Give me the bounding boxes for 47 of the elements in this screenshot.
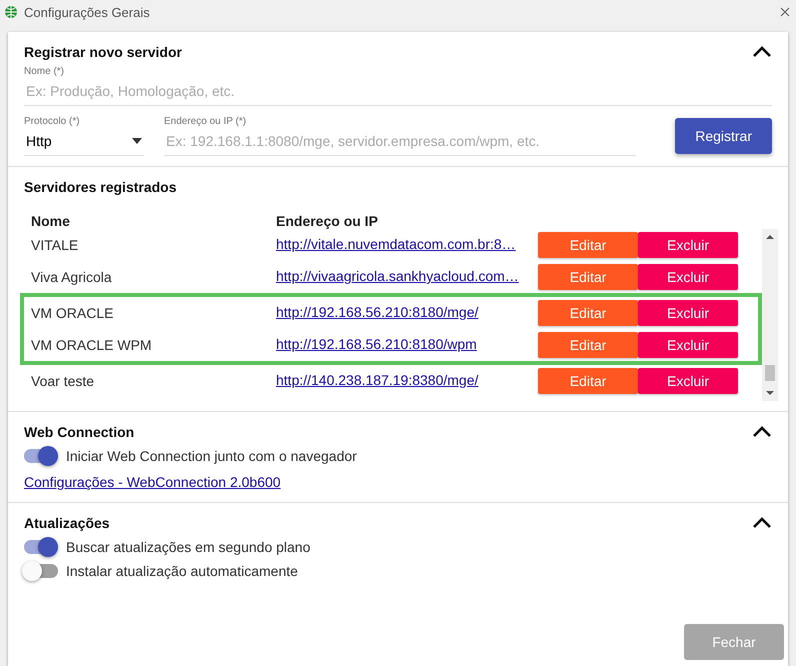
close-button[interactable]: Fechar xyxy=(684,624,784,660)
register-button[interactable]: Registrar xyxy=(675,118,772,154)
edit-button[interactable]: Editar xyxy=(538,300,638,326)
edit-button[interactable]: Editar xyxy=(538,332,638,358)
toggle-label: Instalar atualização automaticamente xyxy=(66,563,298,579)
dropdown-caret-icon[interactable] xyxy=(132,138,142,144)
toggle-switch[interactable] xyxy=(24,540,58,554)
edit-button[interactable]: Editar xyxy=(538,232,638,258)
settings-link[interactable]: Configurações - WebConnection 2.0b600 xyxy=(24,474,281,490)
server-name: Voar teste xyxy=(31,373,96,389)
server-address-link[interactable]: http://vivaagricola.sankhyacloud.com… xyxy=(276,268,519,284)
delete-button[interactable]: Excluir xyxy=(638,368,738,394)
server-address-link[interactable]: http://192.168.56.210:8180/wpm xyxy=(276,336,477,352)
delete-button[interactable]: Excluir xyxy=(638,232,738,258)
server-name: Viva Agricola xyxy=(31,269,113,285)
column-header: Endereço ou IP xyxy=(276,213,379,229)
delete-button[interactable]: Excluir xyxy=(638,264,738,290)
section-title: Atualizações xyxy=(24,515,110,531)
server-name: VM ORACLE WPM xyxy=(31,337,153,353)
collapse-chevron-icon[interactable] xyxy=(752,517,772,529)
server-name: VM ORACLE xyxy=(31,305,114,321)
protocol-dropdown[interactable]: Http xyxy=(24,127,144,156)
field-label: Protocolo (*) xyxy=(24,116,81,127)
toggle-switch[interactable] xyxy=(24,449,58,463)
field-label: Nome (*) xyxy=(24,66,66,77)
column-header: Nome xyxy=(31,213,71,229)
collapse-chevron-icon[interactable] xyxy=(752,426,772,438)
edit-button[interactable]: Editar xyxy=(538,368,638,394)
edit-button[interactable]: Editar xyxy=(538,264,638,290)
section-title: Servidores registrados xyxy=(24,179,177,195)
delete-button[interactable]: Excluir xyxy=(638,332,738,358)
toggle-switch[interactable] xyxy=(24,564,58,578)
delete-button[interactable]: Excluir xyxy=(638,300,738,326)
globe-logo-icon xyxy=(4,5,18,19)
server-name: VITALE xyxy=(31,237,80,253)
server-address-link[interactable]: http://140.238.187.19:8380/mge/ xyxy=(276,372,478,388)
toggle-label: Iniciar Web Connection junto com o navegador xyxy=(66,448,357,464)
section-title: Web Connection xyxy=(24,424,134,440)
collapse-chevron-icon[interactable] xyxy=(752,46,772,58)
close-icon[interactable] xyxy=(780,7,790,17)
toggle-label: Buscar atualizações em segundo plano xyxy=(66,539,310,555)
scrollbar[interactable] xyxy=(762,229,778,401)
section-title: Registrar novo servidor xyxy=(24,44,182,60)
server-address-link[interactable]: http://192.168.56.210:8180/mge/ xyxy=(276,304,478,320)
window-title: Configurações Gerais xyxy=(24,4,151,20)
server-address-link[interactable]: http://vitale.nuvemdatacom.com.br:8… xyxy=(276,236,516,252)
field-label: Endereço ou IP (*) xyxy=(164,116,248,127)
